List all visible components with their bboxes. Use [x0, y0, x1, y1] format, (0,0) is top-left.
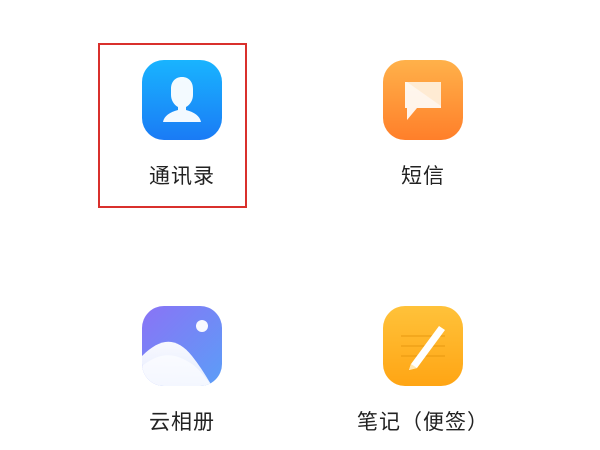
gallery-label: 云相册 [149, 410, 215, 434]
sms-label: 短信 [401, 164, 445, 188]
gallery-icon[interactable] [142, 306, 222, 386]
message-icon[interactable] [383, 60, 463, 140]
selection-highlight [98, 43, 247, 208]
notes-label: 笔记（便签） [357, 410, 489, 434]
app-sms[interactable]: 短信 [343, 42, 503, 192]
app-notes[interactable]: 笔记（便签） [343, 288, 503, 438]
notes-icon[interactable] [383, 306, 463, 386]
app-gallery[interactable]: 云相册 [102, 288, 262, 438]
